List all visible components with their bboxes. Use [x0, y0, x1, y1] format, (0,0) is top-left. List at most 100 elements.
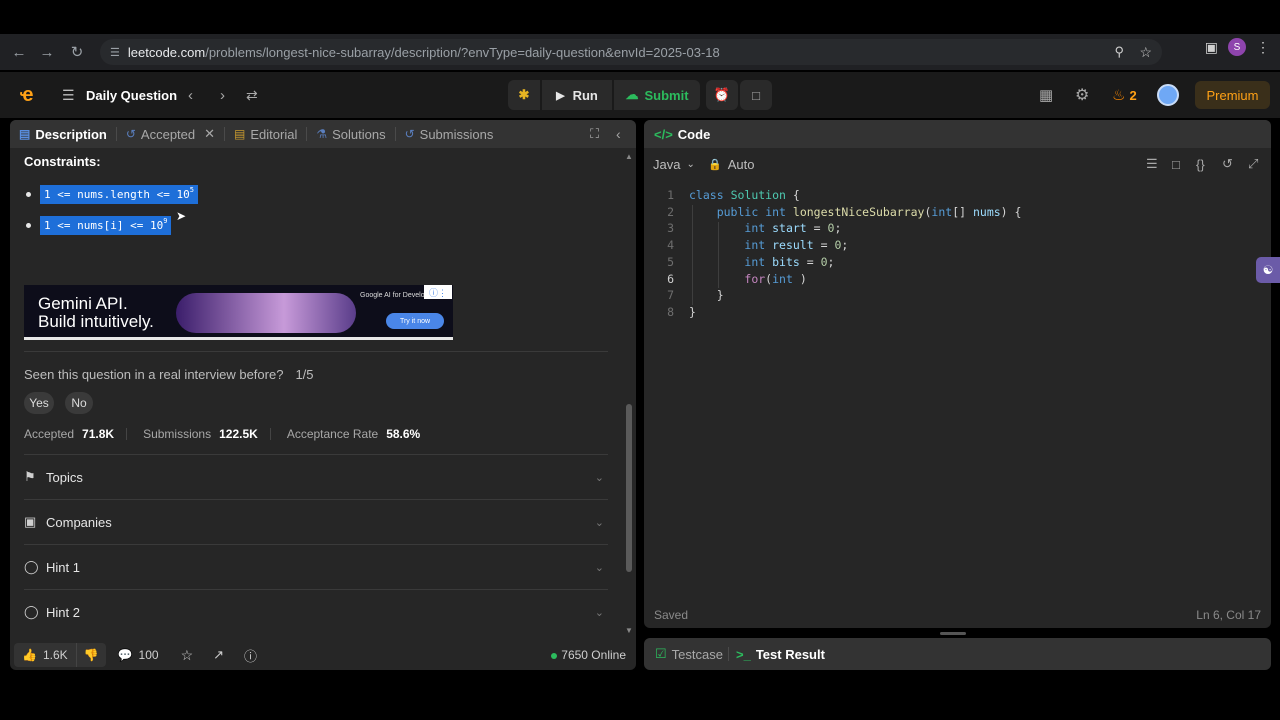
back-icon[interactable]: ←	[4, 37, 34, 67]
fullscreen-icon[interactable]: ⤢	[1248, 156, 1258, 172]
leetcode-logo-icon[interactable]: ҽ	[20, 72, 34, 118]
tag-icon: ⚑	[24, 469, 36, 484]
timer-icon[interactable]: ⏰	[706, 80, 738, 110]
chevron-down-icon: ⌄	[594, 471, 604, 484]
tab-test-result[interactable]: >_ Test Result	[736, 638, 825, 670]
layout-icon[interactable]: ▦	[1039, 72, 1053, 118]
description-scrollbar[interactable]: ▲ ▼	[625, 152, 633, 636]
favorite-star-icon[interactable]: ☆	[181, 647, 194, 664]
forward-icon[interactable]: →	[32, 37, 62, 67]
run-button[interactable]: ▶ Run	[542, 80, 612, 110]
settings-gear-icon[interactable]: ⚙	[1075, 72, 1089, 118]
tab-description[interactable]: ▤ Description	[10, 120, 116, 148]
test-panel: ☑ Testcase >_ Test Result	[644, 638, 1271, 670]
reload-icon[interactable]: ↻	[62, 37, 92, 67]
topics-section[interactable]: ⚑ Topics ⌄	[24, 455, 608, 499]
tab-accepted[interactable]: ↺ Accepted ✕	[117, 120, 224, 148]
site-info-icon[interactable]: ☰	[110, 46, 120, 59]
bookmark-star-icon[interactable]: ☆	[1139, 44, 1152, 61]
thumbs-down-icon[interactable]: 👎	[77, 648, 106, 662]
advertisement-banner[interactable]: Gemini API. Build intuitively. Google AI …	[24, 285, 453, 340]
line-number: 5	[667, 254, 674, 269]
format-icon[interactable]: ☰	[1146, 156, 1158, 172]
side-assistant-icon[interactable]: ☯	[1256, 257, 1280, 283]
share-icon[interactable]: ↗	[213, 647, 224, 663]
history-icon: ↺	[125, 127, 136, 141]
hint-1-label: Hint 1	[46, 559, 80, 575]
chevron-down-icon: ⌄	[594, 561, 604, 574]
hint-2-label: Hint 2	[46, 604, 80, 620]
line-number: 3	[667, 221, 674, 236]
scroll-up-icon[interactable]: ▲	[625, 152, 633, 161]
user-avatar[interactable]	[1157, 72, 1179, 118]
lock-icon: ▣	[24, 514, 37, 529]
browser-menu-icon[interactable]: ⋮	[1256, 39, 1270, 56]
upload-cloud-icon: ☁	[625, 87, 639, 102]
profile-avatar[interactable]: S	[1228, 38, 1246, 56]
companies-section[interactable]: ▣ Companies ⌄	[24, 500, 608, 544]
premium-button[interactable]: Premium	[1195, 81, 1270, 109]
online-dot-icon	[551, 653, 558, 659]
tab-testcase[interactable]: ☑ Testcase	[655, 638, 723, 670]
panel-resize-handle[interactable]	[940, 632, 966, 635]
like-button[interactable]: 👍 1.6K	[14, 643, 77, 667]
streak-counter[interactable]: ♨ 2	[1112, 72, 1137, 118]
debug-icon[interactable]: ✱	[508, 80, 540, 110]
random-problem-icon[interactable]: ⇄	[246, 72, 258, 118]
ad-cta-button[interactable]: Try it now	[386, 313, 444, 329]
notes-icon[interactable]: □	[740, 80, 772, 110]
language-select[interactable]: Java ⌄	[653, 157, 695, 172]
flask-icon: ⚗	[316, 127, 328, 141]
next-problem-icon[interactable]: ›	[220, 72, 225, 118]
auto-mode[interactable]: 🔒 Auto	[708, 157, 754, 172]
braces-icon[interactable]: {}	[1196, 157, 1205, 172]
no-button[interactable]: No	[65, 392, 93, 414]
reset-icon[interactable]: ↺	[1222, 156, 1233, 172]
scroll-thumb[interactable]	[626, 404, 632, 572]
submit-button[interactable]: ☁ Submit	[614, 80, 700, 110]
ad-info-icon[interactable]: ⓘ⋮	[424, 285, 452, 299]
hint-1-section[interactable]: ◯ Hint 1 ⌄	[24, 545, 608, 589]
line-number: 1	[667, 188, 674, 202]
zoom-icon[interactable]: ⚲	[1114, 44, 1124, 60]
extensions-icon[interactable]: ▣	[1205, 39, 1218, 56]
scroll-down-icon[interactable]: ▼	[625, 626, 633, 635]
tab-divider	[728, 647, 729, 661]
problem-list-icon[interactable]: ☰	[62, 72, 75, 118]
cursor-position: Ln 6, Col 17	[1196, 608, 1261, 622]
tab-accepted-label: Accepted	[140, 126, 196, 142]
address-bar[interactable]: ☰ leetcode.com/problems/longest-nice-sub…	[100, 39, 1162, 65]
line-number: 4	[667, 238, 674, 253]
maximize-icon[interactable]: ⛶	[590, 126, 599, 142]
app-frame: ← → ↻ ☰ leetcode.com/problems/longest-ni…	[0, 0, 1280, 720]
chevron-down-icon: ⌄	[594, 606, 604, 619]
interview-count: 1/5	[295, 367, 314, 382]
submissions-label: Submissions	[143, 427, 212, 441]
line-number: 8	[667, 304, 674, 319]
code-line-4: int result = 0;	[744, 238, 849, 253]
yes-button[interactable]: Yes	[24, 392, 54, 414]
testcase-label: Testcase	[671, 646, 723, 662]
save-status: Saved	[654, 608, 689, 622]
close-tab-icon[interactable]: ✕	[204, 126, 215, 142]
book-icon: ▤	[234, 127, 246, 141]
bookmark-icon[interactable]: □	[1172, 157, 1180, 172]
collapse-panel-icon[interactable]: ‹	[616, 126, 621, 142]
url-path: /problems/longest-nice-subarray/descript…	[205, 44, 720, 60]
streak-count: 2	[1129, 87, 1137, 103]
prev-problem-icon[interactable]: ‹	[188, 72, 193, 118]
stat-divider	[269, 428, 271, 440]
comments-button[interactable]: 💬 100	[118, 648, 159, 662]
code-editor[interactable]: 1 2 3 4 5 6 7 8 class Solution { public …	[644, 188, 1271, 608]
tab-editorial[interactable]: ▤ Editorial	[225, 120, 306, 148]
constraint-2-exponent: 9	[163, 216, 168, 225]
lock-icon: 🔒	[708, 158, 722, 171]
run-submit-group: ✱ ▶ Run ☁ Submit ⏰ □	[508, 80, 772, 110]
hint-2-section[interactable]: ◯ Hint 2 ⌄	[24, 590, 608, 632]
tab-solutions[interactable]: ⚗ Solutions	[307, 120, 394, 148]
daily-question-title[interactable]: Daily Question	[86, 72, 177, 118]
help-icon[interactable]: ⓘ	[244, 646, 257, 665]
browser-toolbar: ← → ↻ ☰ leetcode.com/problems/longest-ni…	[0, 34, 1280, 70]
tab-submissions[interactable]: ↺ Submissions	[396, 120, 503, 148]
tab-solutions-label: Solutions	[332, 126, 386, 142]
